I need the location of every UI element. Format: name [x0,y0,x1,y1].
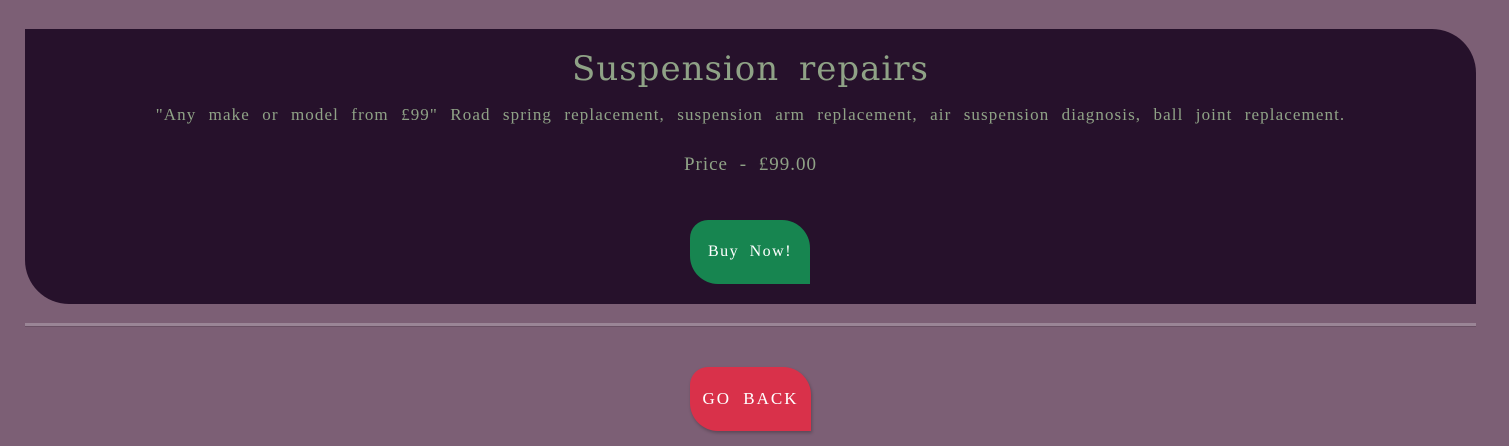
product-title: Suspension repairs [572,49,929,89]
product-description: "Any make or model from £99" Road spring… [155,105,1346,124]
product-card: Suspension repairs "Any make or model fr… [25,29,1476,304]
go-back-button[interactable]: GO BACK [690,367,811,431]
buy-now-button[interactable]: Buy Now! [690,220,810,284]
divider [25,323,1476,327]
product-price: Price - £99.00 [683,154,818,175]
